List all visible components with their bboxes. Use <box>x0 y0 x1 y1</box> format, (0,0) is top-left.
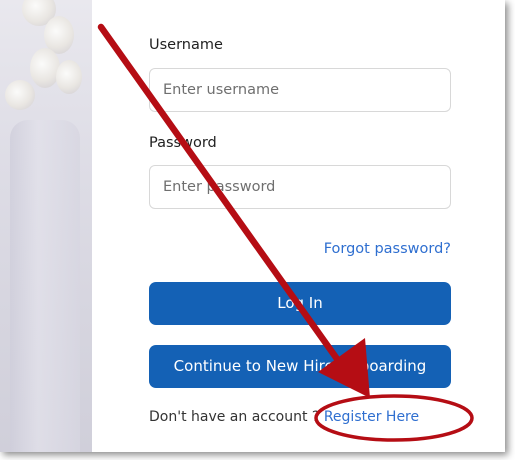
new-hire-onboarding-button[interactable]: Continue to New Hire Onboarding <box>149 345 451 388</box>
password-label: Password <box>149 135 217 151</box>
vase-shape <box>10 120 80 452</box>
side-decorative-image <box>0 0 92 452</box>
register-link[interactable]: Register Here <box>324 409 419 425</box>
forgot-password-link[interactable]: Forgot password? <box>324 241 451 257</box>
password-input[interactable] <box>149 165 451 209</box>
flower-petal-3 <box>30 48 60 88</box>
flower-petal-5 <box>5 80 35 110</box>
login-page: Username Password Forgot password? Log I… <box>0 0 505 452</box>
screenshot: Username Password Forgot password? Log I… <box>0 0 515 460</box>
signup-prompt: Don't have an account ? <box>149 409 320 425</box>
username-label: Username <box>149 37 223 53</box>
login-button[interactable]: Log In <box>149 282 451 325</box>
flower-petal-4 <box>56 60 82 94</box>
username-input[interactable] <box>149 68 451 112</box>
login-form: Username Password Forgot password? Log I… <box>92 0 505 452</box>
signup-row: Don't have an account ? Register Here <box>149 409 419 425</box>
